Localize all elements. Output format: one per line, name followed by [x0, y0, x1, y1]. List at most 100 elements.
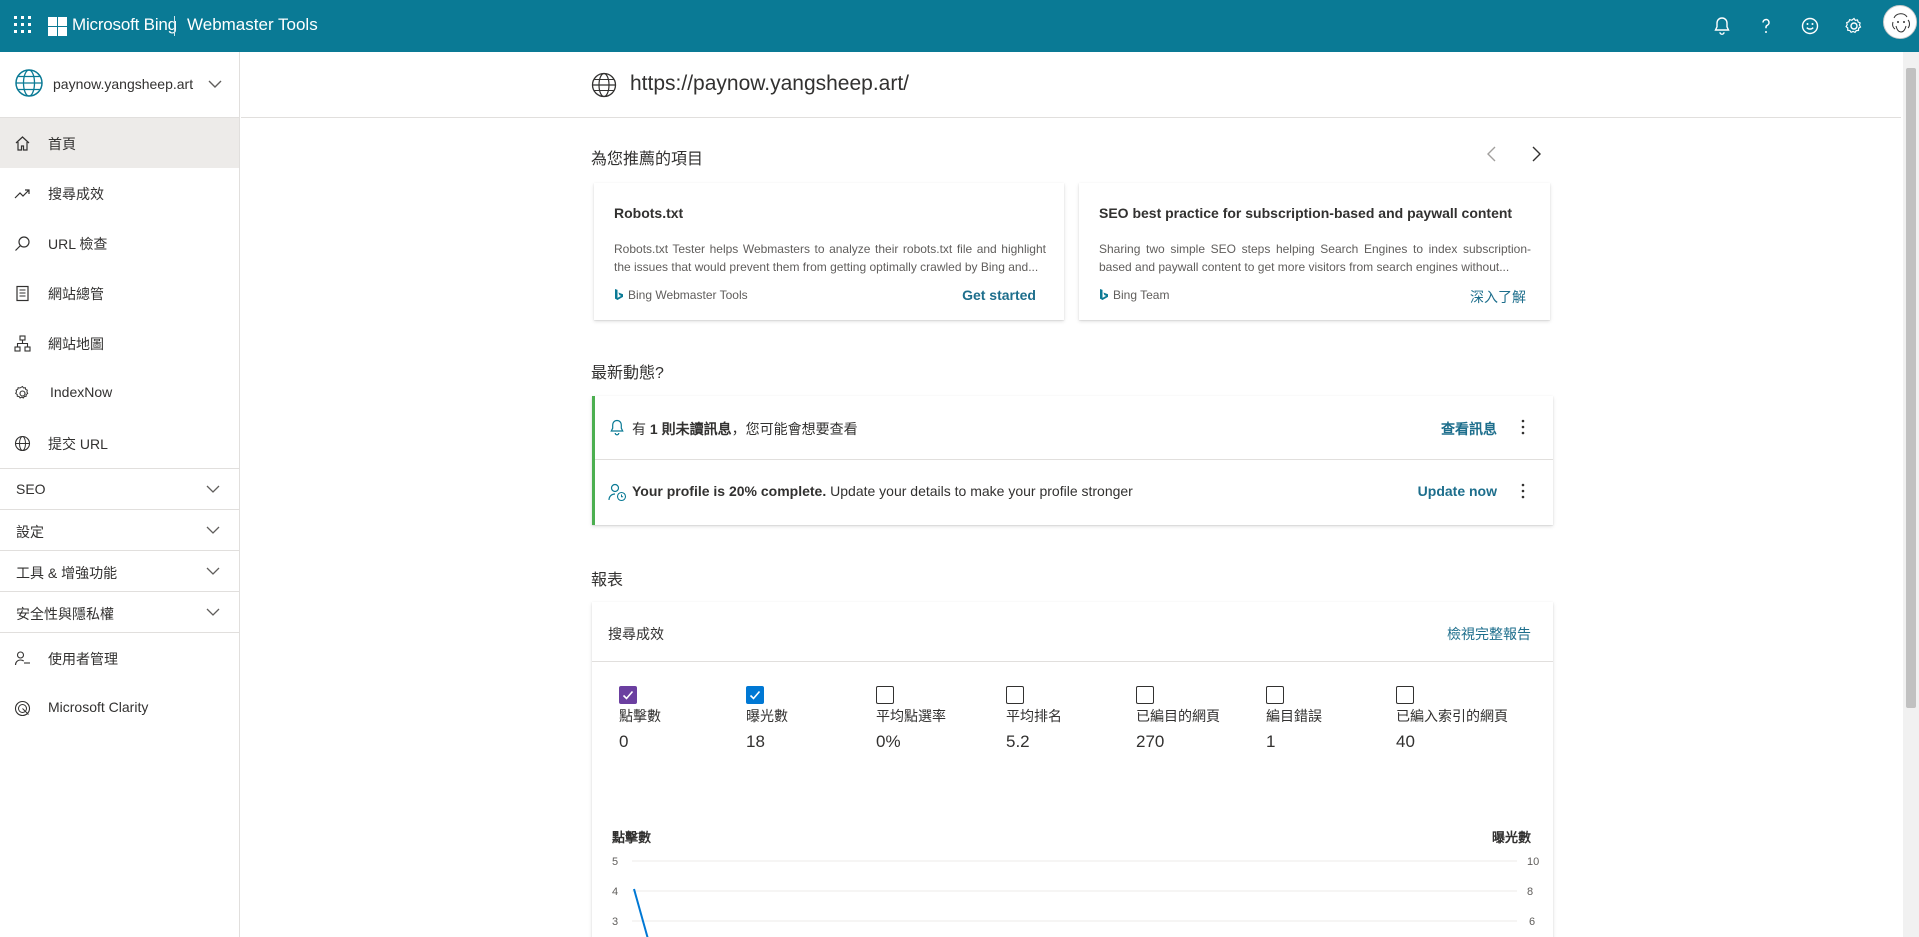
sidebar: paynow.yangsheep.art 首頁 搜尋成效 URL 檢查 網站總管…: [0, 52, 240, 937]
metric-impressions[interactable]: 曝光數 18: [746, 686, 866, 752]
metric-value: 5.2: [1006, 732, 1030, 751]
sidebar-item-label: IndexNow: [50, 384, 113, 400]
metric-value: 18: [746, 732, 765, 751]
bell-icon[interactable]: [1710, 14, 1734, 38]
sidebar-item-site-explorer[interactable]: 網站總管: [0, 268, 239, 318]
metric-checkbox[interactable]: [746, 686, 764, 704]
sidebar-item-home[interactable]: 首頁: [0, 118, 239, 168]
bing-logo-icon: [615, 289, 623, 300]
sidebar-item-search-performance[interactable]: 搜尋成效: [0, 168, 239, 218]
view-messages-link[interactable]: 查看訊息: [1441, 419, 1497, 439]
app-window: Microsoft Bing Webmaster Tools paynow.ya…: [0, 0, 1919, 937]
chevron-down-icon[interactable]: [207, 76, 223, 92]
metric-crawl-errors[interactable]: 編目錯誤 1: [1266, 686, 1386, 752]
sidebar-item-sitemaps[interactable]: 網站地圖: [0, 318, 239, 368]
metric-avg-position[interactable]: 平均排名 5.2: [1006, 686, 1126, 752]
sidebar-item-label: 網站總管: [48, 286, 104, 302]
right-tick-label: 6: [1529, 916, 1535, 928]
chevron-down-icon: [206, 567, 220, 575]
sidebar-item-submit-url[interactable]: 提交 URL: [0, 418, 239, 468]
right-tick-label: 10: [1527, 856, 1539, 868]
app-launcher-icon[interactable]: [14, 16, 32, 34]
brand-name[interactable]: Microsoft Bing: [72, 15, 177, 35]
left-tick-label: 4: [612, 886, 618, 898]
microsoft-logo-icon[interactable]: [48, 17, 67, 36]
sidebar-group-settings[interactable]: 設定: [0, 509, 239, 550]
sidebar-item-label: 網站地圖: [48, 336, 104, 352]
user-avatar[interactable]: [1883, 5, 1917, 39]
sidebar-group-tools[interactable]: 工具 & 增強功能: [0, 550, 239, 591]
sidebar-item-indexnow[interactable]: IndexNow: [0, 368, 239, 418]
search-icon: [15, 236, 30, 251]
sidebar-item-label: 使用者管理: [48, 651, 118, 667]
metric-checkbox[interactable]: [1136, 686, 1154, 704]
sidebar-group-label: 安全性與隱私權: [16, 606, 114, 622]
more-options-icon[interactable]: [1515, 480, 1531, 502]
metric-avg-ctr[interactable]: 平均點選率 0%: [876, 686, 996, 752]
checkmark-icon: [749, 690, 761, 700]
search-performance-report-card: 搜尋成效 檢視完整報告 點擊數 0 曝光數 18 平均點選率 0% 平均排名 5…: [592, 602, 1553, 937]
card-description: Robots.txt Tester helps Webmasters to an…: [614, 242, 1046, 274]
metric-value: 0: [619, 732, 629, 751]
recommendation-card[interactable]: SEO best practice for subscription-based…: [1079, 183, 1550, 320]
metric-label: 點擊數: [619, 708, 661, 724]
sidebar-group-seo[interactable]: SEO: [0, 468, 239, 509]
sidebar-group-label: SEO: [16, 481, 46, 497]
metric-checkbox[interactable]: [1396, 686, 1414, 704]
metric-indexed-pages[interactable]: 已編入索引的網頁 40: [1396, 686, 1516, 752]
metric-checkbox[interactable]: [1266, 686, 1284, 704]
sidebar-item-url-inspection[interactable]: URL 檢查: [0, 218, 239, 268]
chevron-down-icon: [206, 608, 220, 616]
gear-icon: [15, 385, 29, 399]
activity-card: 有 1 則未讀訊息，您可能會想要查看 查看訊息 Your profile is …: [592, 396, 1553, 525]
metric-checkbox[interactable]: [876, 686, 894, 704]
card-title: SEO best practice for subscription-based…: [1099, 205, 1513, 221]
card-source: Bing Webmaster Tools: [614, 288, 748, 302]
metric-value: 40: [1396, 732, 1415, 751]
site-url-header: https://paynow.yangsheep.art/: [241, 52, 1901, 118]
top-bar: Microsoft Bing Webmaster Tools: [0, 0, 1919, 52]
chevron-down-icon: [206, 526, 220, 534]
bell-icon: [610, 419, 624, 436]
sitemap-icon: [14, 335, 31, 352]
recommendation-card[interactable]: Robots.txt Robots.txt Tester helps Webma…: [594, 183, 1064, 320]
next-arrow-icon[interactable]: [1526, 144, 1546, 164]
learn-more-link[interactable]: 深入了解: [1470, 287, 1526, 307]
site-url: https://paynow.yangsheep.art/: [630, 72, 910, 95]
scrollbar-thumb[interactable]: [1906, 68, 1916, 708]
settings-gear-icon[interactable]: [1842, 14, 1866, 38]
card-source-label: Bing Webmaster Tools: [628, 288, 748, 302]
sidebar-item-user-management[interactable]: 使用者管理: [0, 633, 239, 683]
chart-svg: 5 4 3 10 8 6: [612, 856, 1539, 937]
reports-title: 報表: [591, 572, 624, 589]
card-title: Robots.txt: [614, 205, 684, 221]
previous-arrow-icon[interactable]: [1482, 144, 1502, 164]
impressions-series-line: [633, 888, 649, 937]
sidebar-item-microsoft-clarity[interactable]: Microsoft Clarity: [0, 683, 239, 733]
get-started-link[interactable]: Get started: [962, 287, 1036, 303]
home-icon: [15, 136, 30, 151]
metric-label: 編目錯誤: [1266, 708, 1322, 724]
site-selector[interactable]: paynow.yangsheep.art: [0, 52, 240, 118]
feedback-smiley-icon[interactable]: [1798, 14, 1822, 38]
sidebar-item-label: Microsoft Clarity: [48, 699, 149, 715]
metric-label: 已編入索引的網頁: [1396, 708, 1508, 724]
metric-checkbox[interactable]: [1006, 686, 1024, 704]
product-name[interactable]: Webmaster Tools: [187, 15, 318, 35]
card-description: Sharing two simple SEO steps helping Sea…: [1099, 242, 1531, 274]
more-options-icon[interactable]: [1515, 416, 1531, 438]
update-now-link[interactable]: Update now: [1418, 483, 1497, 499]
globe-icon: [15, 69, 43, 97]
view-full-report-link[interactable]: 檢視完整報告: [1447, 624, 1531, 644]
sidebar-item-label: 首頁: [48, 136, 76, 152]
metric-clicks[interactable]: 點擊數 0: [619, 686, 739, 752]
card-source-label: Bing Team: [1113, 288, 1170, 302]
sidebar-group-security-privacy[interactable]: 安全性與隱私權: [0, 591, 239, 633]
metric-checkbox[interactable]: [619, 686, 637, 704]
sidebar-group-label: 設定: [16, 524, 44, 540]
metric-crawled-pages[interactable]: 已編目的網頁 270: [1136, 686, 1256, 752]
page-scrollbar[interactable]: [1903, 52, 1919, 937]
sidebar-item-label: 提交 URL: [48, 436, 108, 452]
help-icon[interactable]: [1754, 14, 1778, 38]
activity-row-profile: Your profile is 20% complete. Update you…: [595, 460, 1553, 524]
